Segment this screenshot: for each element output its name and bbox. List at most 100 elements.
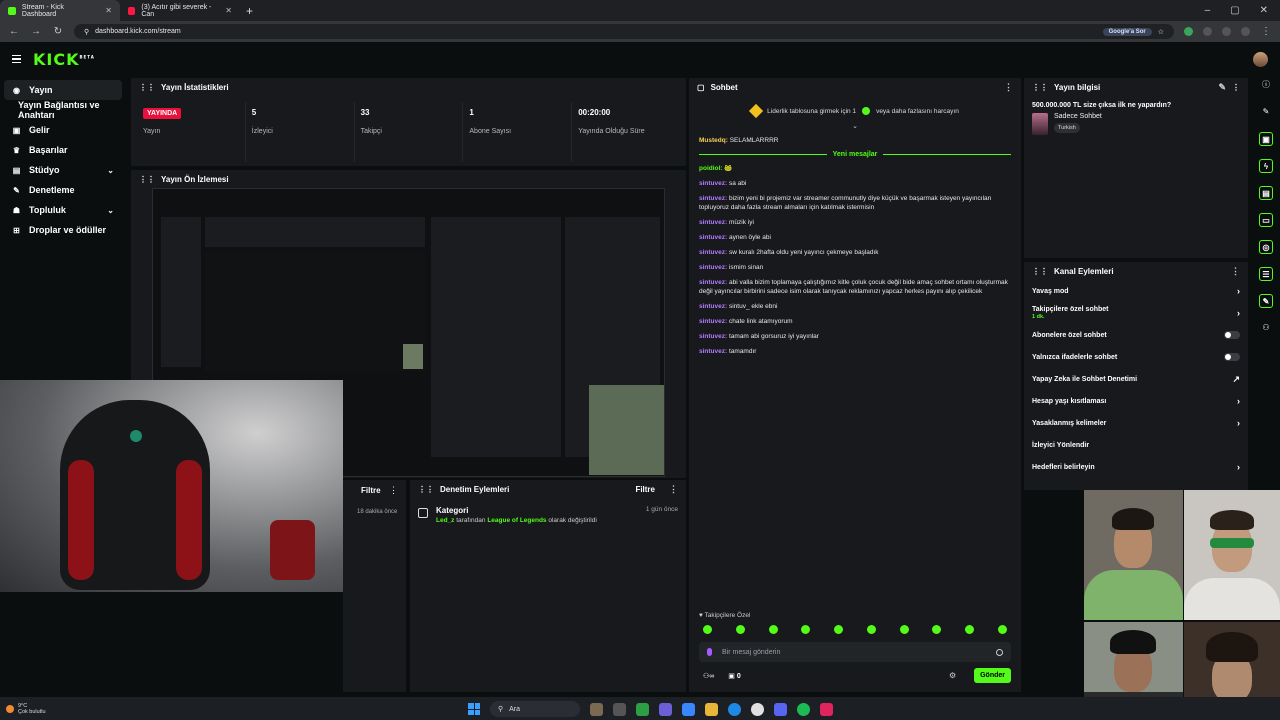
- sidebar-item-denetleme[interactable]: ✎ Denetleme: [0, 180, 126, 200]
- avatar[interactable]: [1253, 51, 1268, 67]
- action-slow-mode[interactable]: Yavaş mod ›: [1024, 280, 1248, 302]
- menu-kebab-icon[interactable]: ⋮: [669, 484, 678, 495]
- tab-kick-dashboard[interactable]: Stream - Kick Dashboard ✕: [0, 0, 120, 21]
- send-button[interactable]: Gönder: [974, 668, 1011, 683]
- gift-count[interactable]: ▣ 0: [728, 672, 740, 680]
- back-icon[interactable]: ←: [8, 26, 20, 37]
- chat-input[interactable]: Bir mesaj gönderin: [699, 642, 1011, 662]
- task-view-icon[interactable]: [613, 702, 626, 716]
- teams-icon[interactable]: [659, 702, 672, 716]
- nested-sidebar: [161, 217, 201, 367]
- spotify-icon[interactable]: [797, 702, 810, 716]
- mic-icon[interactable]: [707, 648, 712, 656]
- kick-logo[interactable]: KICKBETA: [33, 50, 95, 69]
- xbox-icon[interactable]: [636, 702, 649, 716]
- taskbar-search[interactable]: ⚲ Ara: [490, 701, 580, 717]
- action-followers-only[interactable]: Takipçilere özel sohbet 1 dk. ›: [1024, 302, 1248, 324]
- minimize-icon[interactable]: –: [1205, 5, 1211, 16]
- site-info-icon[interactable]: ⚲: [84, 28, 89, 36]
- profile-icon[interactable]: [1241, 27, 1250, 36]
- chat-icon[interactable]: ▭: [1259, 213, 1273, 227]
- log-game[interactable]: League of Legends: [487, 517, 546, 524]
- list-icon[interactable]: ☰: [1259, 267, 1273, 281]
- emote-icon[interactable]: [866, 625, 876, 634]
- drag-handle-icon[interactable]: ⋮⋮: [1032, 83, 1048, 92]
- emote-icon[interactable]: [768, 625, 778, 634]
- extension-icon[interactable]: [1184, 27, 1193, 36]
- action-account-age[interactable]: Hesap yaşı kısıtlaması ›: [1024, 390, 1248, 412]
- pencil-icon[interactable]: ✎: [1259, 105, 1273, 119]
- emote-icon[interactable]: [801, 625, 811, 634]
- menu-kebab-icon[interactable]: ⋮: [1232, 83, 1240, 92]
- maximize-icon[interactable]: ▢: [1230, 5, 1239, 16]
- sidepanel-icon[interactable]: [1222, 27, 1231, 36]
- emote-icon[interactable]: [932, 625, 942, 634]
- sidebar-item-gelir[interactable]: ▣ Gelir: [0, 120, 126, 140]
- filter-button[interactable]: Filtre: [361, 486, 381, 495]
- community-icon[interactable]: ⚇: [1259, 321, 1273, 335]
- emote-icon[interactable]: [997, 625, 1007, 634]
- menu-kebab-icon[interactable]: ⋮: [389, 485, 398, 496]
- wrench-icon[interactable]: ✎: [1259, 294, 1273, 308]
- action-goals[interactable]: Hedefleri belirleyin ›: [1024, 456, 1248, 478]
- expand-icon[interactable]: ⌄: [689, 122, 1021, 130]
- sidebar-item-studyo[interactable]: ▤ Stüdyo ⌄: [0, 160, 126, 180]
- new-tab-icon[interactable]: +: [240, 4, 259, 18]
- file-explorer-icon[interactable]: [705, 702, 718, 716]
- chrome-icon[interactable]: [751, 702, 764, 716]
- broadcast-icon[interactable]: ◎: [1259, 240, 1273, 254]
- action-raid[interactable]: İzleyici Yönlendir: [1024, 434, 1248, 456]
- emoji-icon[interactable]: [996, 648, 1003, 656]
- close-tab-icon[interactable]: ✕: [105, 6, 112, 15]
- subscribers-only-toggle[interactable]: [1224, 331, 1240, 339]
- emote-icon[interactable]: [735, 625, 745, 634]
- sidebar-item-basarilar[interactable]: ♛ Başarılar: [0, 140, 126, 160]
- discord-icon[interactable]: [774, 702, 787, 716]
- gear-icon[interactable]: ⚙: [949, 671, 956, 680]
- sidebar-item-droplar[interactable]: ⊞ Droplar ve ödüller: [0, 220, 126, 240]
- points-icon[interactable]: ⚇∞: [703, 672, 714, 680]
- menu-kebab-icon[interactable]: ⋮: [1004, 82, 1013, 93]
- close-tab-icon[interactable]: ✕: [225, 6, 232, 15]
- menu-kebab-icon[interactable]: ⋮: [1260, 26, 1272, 37]
- document-icon[interactable]: ▤: [1259, 186, 1273, 200]
- drag-handle-icon[interactable]: ⋮⋮: [1032, 267, 1048, 276]
- extensions-puzzle-icon[interactable]: [1203, 27, 1212, 36]
- emote-icon[interactable]: [965, 625, 975, 634]
- drag-handle-icon[interactable]: ⋮⋮: [139, 83, 155, 92]
- reload-icon[interactable]: ↻: [52, 26, 64, 37]
- emote-icon[interactable]: [703, 625, 712, 634]
- edge-icon[interactable]: [728, 702, 741, 716]
- sidebar-item-yayin[interactable]: ◉ Yayın: [4, 80, 122, 100]
- windows-start-icon[interactable]: [468, 703, 480, 715]
- sidebar-item-stream-key[interactable]: Yayın Bağlantısı ve Anahtarı: [0, 100, 126, 120]
- action-banned-words[interactable]: Yasaklanmış kelimeler ›: [1024, 412, 1248, 434]
- close-window-icon[interactable]: ✕: [1260, 5, 1268, 16]
- weather-widget[interactable]: 9°C Çok bulutlu: [0, 703, 46, 715]
- sidebar-item-topluluk[interactable]: ☗ Topluluk ⌄: [0, 200, 126, 220]
- edit-icon[interactable]: ✎: [1218, 82, 1226, 93]
- action-ai-moderation[interactable]: Yapay Zeka ile Sohbet Denetimi ↗: [1024, 368, 1248, 390]
- tab-youtube[interactable]: (3) Acıtır gibi severek - Can ✕: [120, 0, 240, 21]
- menu-kebab-icon[interactable]: ⋮: [1231, 266, 1240, 277]
- emotes-only-toggle[interactable]: [1224, 353, 1240, 361]
- url-field[interactable]: ⚲ dashboard.kick.com/stream Google'a Sor…: [74, 24, 1174, 39]
- info-icon[interactable]: ⓘ: [1259, 78, 1273, 92]
- google-ask-button[interactable]: Google'a Sor: [1102, 27, 1152, 36]
- emote-icon[interactable]: [834, 625, 844, 634]
- scan-icon[interactable]: ▣: [1259, 132, 1273, 146]
- widgets-icon[interactable]: [590, 702, 603, 716]
- bookmark-star-icon[interactable]: ☆: [1158, 28, 1164, 36]
- filter-button[interactable]: Filtre: [635, 485, 655, 494]
- drag-handle-icon[interactable]: ⋮⋮: [139, 175, 155, 184]
- forward-icon[interactable]: →: [30, 26, 42, 37]
- webcam-1: [1084, 490, 1183, 620]
- bolt-icon[interactable]: ϟ: [1259, 159, 1273, 173]
- store-icon[interactable]: [682, 702, 695, 716]
- app-icon[interactable]: [820, 702, 833, 716]
- leaderboard-banner[interactable]: Liderlik tablosuna girmek için 1 veya da…: [689, 103, 1021, 119]
- hamburger-menu-icon[interactable]: [12, 54, 21, 64]
- emote-icon[interactable]: [899, 625, 909, 634]
- drag-handle-icon[interactable]: ⋮⋮: [418, 485, 434, 494]
- log-user[interactable]: Led_z: [436, 517, 454, 524]
